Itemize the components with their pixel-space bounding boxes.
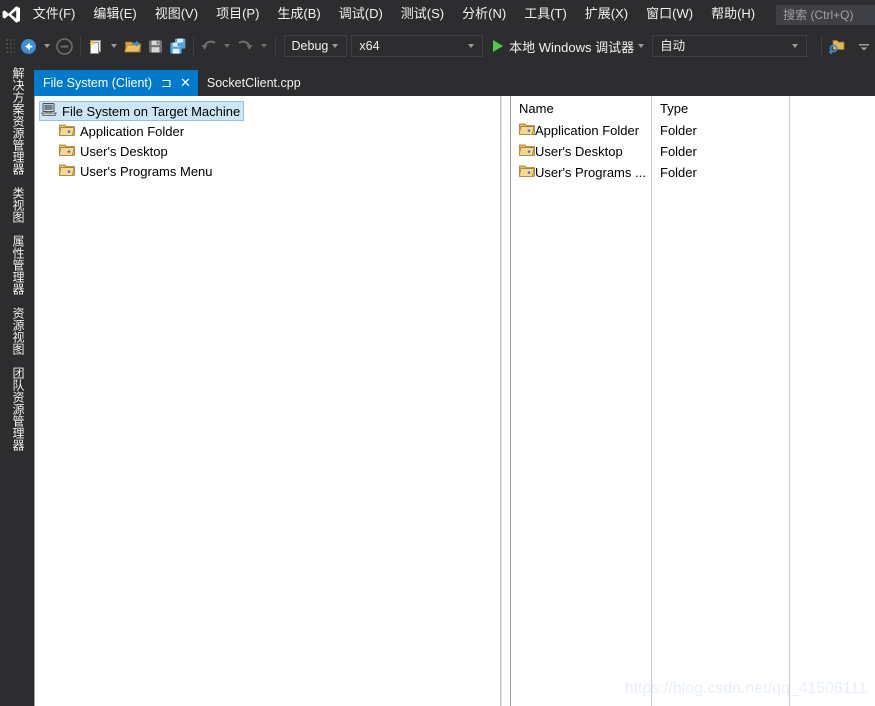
folder-icon (518, 164, 535, 181)
navigate-back-dropdown-icon[interactable] (43, 44, 50, 48)
search-placeholder: 搜索 (Ctrl+Q) (783, 8, 854, 22)
start-debugging-button[interactable]: 本地 Windows 调试器 (493, 37, 634, 56)
chevron-down-icon (332, 44, 339, 48)
tool-window-tab-rail: 解决方案资源管理器 类视图 属性管理器 资源视图 团队资源管理器 (0, 63, 34, 706)
tree-node-label: Application Folder (80, 123, 185, 139)
debug-target-combo[interactable]: 自动 (652, 35, 808, 57)
quick-launch-search[interactable]: 搜索 (Ctrl+Q) (776, 4, 875, 25)
list-item[interactable]: User's Programs ... Folder (511, 162, 875, 183)
menu-item-build[interactable]: 生成(B) (268, 2, 329, 27)
list-item-type: Folder (660, 165, 697, 180)
list-item-type: Folder (660, 123, 697, 138)
tree-node-label: File System on Target Machine (62, 103, 241, 119)
navigate-back-icon[interactable] (17, 34, 39, 58)
tree-node-users-programs-menu[interactable]: User's Programs Menu (35, 161, 500, 181)
solution-platform-value: x64 (359, 39, 380, 53)
tree-node-label: User's Programs Menu (80, 163, 213, 179)
redo-dropdown-icon[interactable] (260, 44, 267, 48)
standard-toolbar: Debug x64 本地 Windows 调试器 自动 (0, 29, 875, 63)
tree-node-application-folder[interactable]: Application Folder (35, 121, 500, 141)
sidebar-tab-resource-view[interactable]: 资源视图 (11, 303, 25, 363)
tab-socketclient-cpp[interactable]: SocketClient.cpp (197, 70, 308, 96)
save-all-icon[interactable] (166, 34, 188, 58)
menu-item-window[interactable]: 窗口(W) (637, 2, 702, 27)
watermark: https://blog.csdn.net/qq_41506111 (624, 680, 867, 697)
toolbar-separator (274, 37, 276, 55)
tree-node-target-machine[interactable]: File System on Target Machine (35, 101, 500, 121)
find-in-folder-icon[interactable] (826, 34, 848, 58)
menu-item-extensions[interactable]: 扩展(X) (576, 2, 637, 27)
solution-platform-combo[interactable]: x64 (351, 35, 484, 57)
redo-icon[interactable] (234, 34, 256, 58)
menu-item-tools[interactable]: 工具(T) (515, 2, 576, 27)
column-header-type[interactable]: Type (651, 101, 688, 116)
toolbar-separator (821, 37, 823, 55)
close-icon[interactable]: ✕ (180, 76, 191, 89)
menu-item-project[interactable]: 项目(P) (207, 2, 268, 27)
new-item-icon[interactable] (85, 34, 107, 58)
sidebar-tab-property-manager[interactable]: 属性管理器 (11, 231, 25, 303)
sidebar-tab-team-explorer[interactable]: 团队资源管理器 (11, 363, 25, 459)
document-tab-strip: File System (Client) ⊐ ✕ SocketClient.cp… (34, 70, 875, 96)
pin-icon[interactable]: ⊐ (161, 76, 172, 89)
toolbar-separator (80, 37, 82, 55)
tree-node-label: User's Desktop (80, 143, 168, 159)
list-item-type: Folder (660, 144, 697, 159)
debug-target-value: 自动 (660, 39, 686, 53)
column-divider (789, 96, 790, 706)
folder-icon (58, 163, 75, 180)
toolbar-overflow-icon[interactable] (853, 34, 875, 58)
menu-item-help[interactable]: 帮助(H) (702, 2, 764, 27)
file-system-tree-pane: File System on Target Machine Applicatio (35, 96, 501, 706)
open-file-icon[interactable] (121, 34, 143, 58)
solution-configuration-value: Debug (291, 39, 329, 53)
list-item-name: User's Desktop (535, 144, 623, 159)
column-divider (651, 96, 652, 706)
folder-icon (58, 143, 75, 160)
tree-node-users-desktop[interactable]: User's Desktop (35, 141, 500, 161)
toolbar-separator (192, 37, 194, 55)
tab-label: File System (Client) (43, 76, 153, 90)
folder-contents-pane: Name Type Application Folder Folder User… (511, 96, 875, 706)
target-machine-icon (41, 102, 57, 120)
list-item-name: Application Folder (535, 123, 640, 138)
toolbar-grip[interactable] (4, 37, 16, 55)
tab-file-system-client[interactable]: File System (Client) ⊐ ✕ (34, 70, 198, 96)
chevron-down-icon (468, 44, 475, 48)
list-item[interactable]: Application Folder Folder (511, 120, 875, 141)
undo-dropdown-icon[interactable] (224, 44, 231, 48)
file-system-editor: File System on Target Machine Applicatio (34, 96, 875, 706)
play-icon (493, 40, 504, 52)
pane-splitter[interactable] (501, 96, 511, 706)
new-item-dropdown-icon[interactable] (111, 44, 118, 48)
menu-item-analyze[interactable]: 分析(N) (453, 2, 515, 27)
undo-icon[interactable] (198, 34, 220, 58)
sidebar-tab-class-view[interactable]: 类视图 (11, 183, 25, 231)
menu-item-view[interactable]: 视图(V) (146, 2, 207, 27)
column-header-name[interactable]: Name (511, 101, 651, 116)
start-debugging-dropdown-icon[interactable] (638, 44, 645, 48)
visual-studio-logo-icon (0, 0, 24, 29)
list-header: Name Type (511, 96, 875, 120)
menu-item-test[interactable]: 测试(S) (392, 2, 453, 27)
list-item-name: User's Programs ... (535, 165, 646, 180)
menu-item-edit[interactable]: 编辑(E) (84, 2, 145, 27)
folder-icon (518, 143, 535, 160)
sidebar-tab-solution-explorer[interactable]: 解决方案资源管理器 (11, 63, 25, 183)
tab-label: SocketClient.cpp (206, 76, 301, 90)
file-system-tree: File System on Target Machine Applicatio (35, 96, 500, 181)
menu-bar: 文件(F) 编辑(E) 视图(V) 项目(P) 生成(B) 调试(D) 测试(S… (0, 0, 875, 29)
solution-configuration-combo[interactable]: Debug (283, 35, 348, 57)
navigate-forward-icon[interactable] (54, 34, 76, 58)
visual-studio-window: 文件(F) 编辑(E) 视图(V) 项目(P) 生成(B) 调试(D) 测试(S… (0, 0, 875, 706)
menu-item-file[interactable]: 文件(F) (24, 2, 85, 27)
list-item[interactable]: User's Desktop Folder (511, 141, 875, 162)
folder-icon (518, 122, 535, 139)
save-icon[interactable] (144, 34, 166, 58)
chevron-down-icon (792, 44, 799, 48)
folder-icon (58, 123, 75, 140)
start-debugging-label: 本地 Windows 调试器 (509, 39, 635, 55)
menu-item-debug[interactable]: 调试(D) (330, 2, 392, 27)
